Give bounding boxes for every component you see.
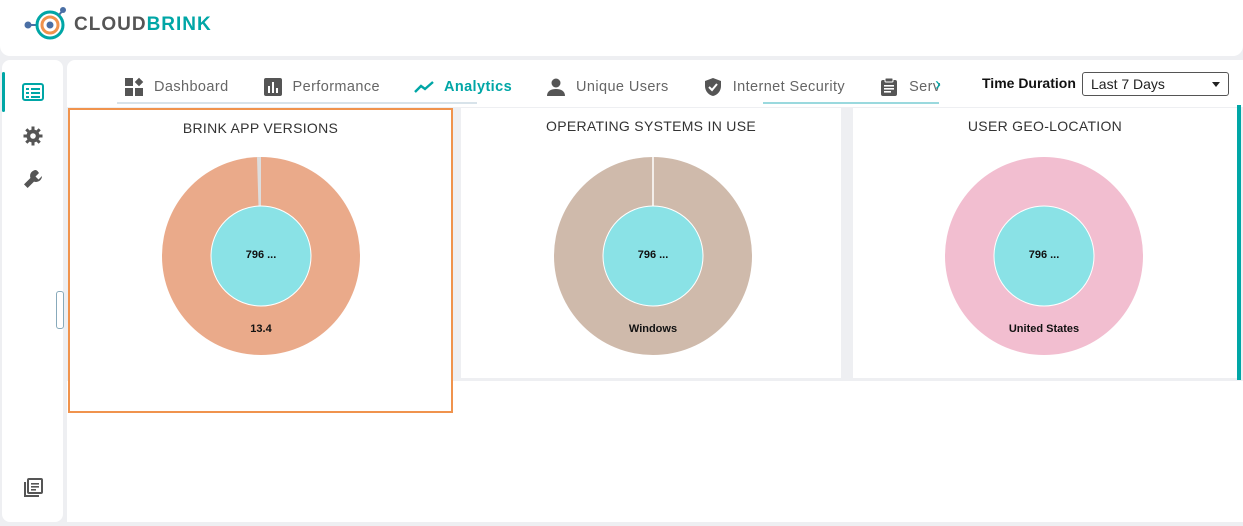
cloudbrink-logo[interactable]: CLOUDBRINK (24, 6, 212, 44)
tab-label: Dashboard (154, 79, 229, 95)
scrollbar[interactable] (1237, 105, 1241, 380)
list-icon (22, 83, 44, 101)
donut-chart: 796 ... 13.4 (162, 157, 360, 355)
donut-center-label: 796 ... (638, 249, 669, 261)
donut-center-label: 796 ... (1029, 249, 1060, 261)
clipboard-icon (879, 77, 899, 97)
tab-dashboard[interactable]: Dashboard (122, 73, 229, 101)
sidebar (2, 60, 63, 522)
time-duration-label: Time Duration (982, 75, 1076, 91)
tab-unique-users[interactable]: Unique Users (544, 73, 669, 101)
sidebar-active-indicator (2, 72, 5, 112)
main-panel: Dashboard Performance Analytics Unique U… (67, 60, 1243, 522)
tab-scroll-right-button[interactable]: › (935, 74, 941, 95)
donut-chart: 796 ... United States (945, 157, 1143, 355)
brand-name: CLOUDBRINK (74, 14, 212, 35)
tab-underline (117, 102, 477, 104)
time-duration-select[interactable]: Last 7 Days (1082, 72, 1229, 96)
top-bar: CLOUDBRINK (0, 0, 1243, 56)
chevron-down-icon (1212, 82, 1220, 87)
sidebar-item-library[interactable] (18, 473, 48, 503)
tab-internet-security[interactable]: Internet Security (701, 73, 845, 101)
tab-label: Unique Users (576, 79, 669, 95)
wrench-icon (24, 170, 42, 188)
tab-services[interactable]: Serv (877, 73, 957, 101)
dashboard-icon (124, 77, 144, 97)
tab-underline-secondary (763, 102, 939, 104)
tab-performance[interactable]: Performance (261, 73, 380, 101)
donut-center-label: 796 ... (246, 249, 277, 261)
shield-icon (703, 77, 723, 97)
tab-analytics[interactable]: Analytics (412, 73, 512, 101)
logo-mark-icon (24, 7, 66, 40)
tab-bar: Dashboard Performance Analytics Unique U… (122, 70, 957, 104)
sidebar-item-tools[interactable] (18, 164, 48, 194)
card-geo-location[interactable]: USER GEO-LOCATION 796 ... United States (853, 108, 1237, 378)
donut-slice-label: Windows (629, 323, 677, 335)
tab-label: Internet Security (732, 79, 846, 95)
card-operating-systems[interactable]: OPERATING SYSTEMS IN USE 796 ... Windows (461, 108, 841, 378)
donut-slice-label: 13.4 (250, 323, 272, 335)
trend-line-icon (414, 77, 434, 97)
user-icon (546, 77, 566, 97)
donut-chart: 796 ... Windows (554, 157, 752, 355)
tab-label: Analytics (443, 79, 513, 95)
tab-label: Performance (292, 79, 380, 95)
gear-icon (23, 126, 43, 146)
sidebar-resize-handle[interactable] (56, 291, 64, 329)
sidebar-item-list[interactable] (18, 77, 48, 107)
time-duration-value: Last 7 Days (1091, 76, 1165, 92)
library-icon (24, 478, 43, 497)
donut-slice-label: United States (1009, 323, 1079, 335)
card-brink-app-versions[interactable]: BRINK APP VERSIONS 796 ... 13.4 (68, 108, 453, 413)
sidebar-item-settings[interactable] (18, 121, 48, 151)
bar-chart-icon (263, 77, 283, 97)
